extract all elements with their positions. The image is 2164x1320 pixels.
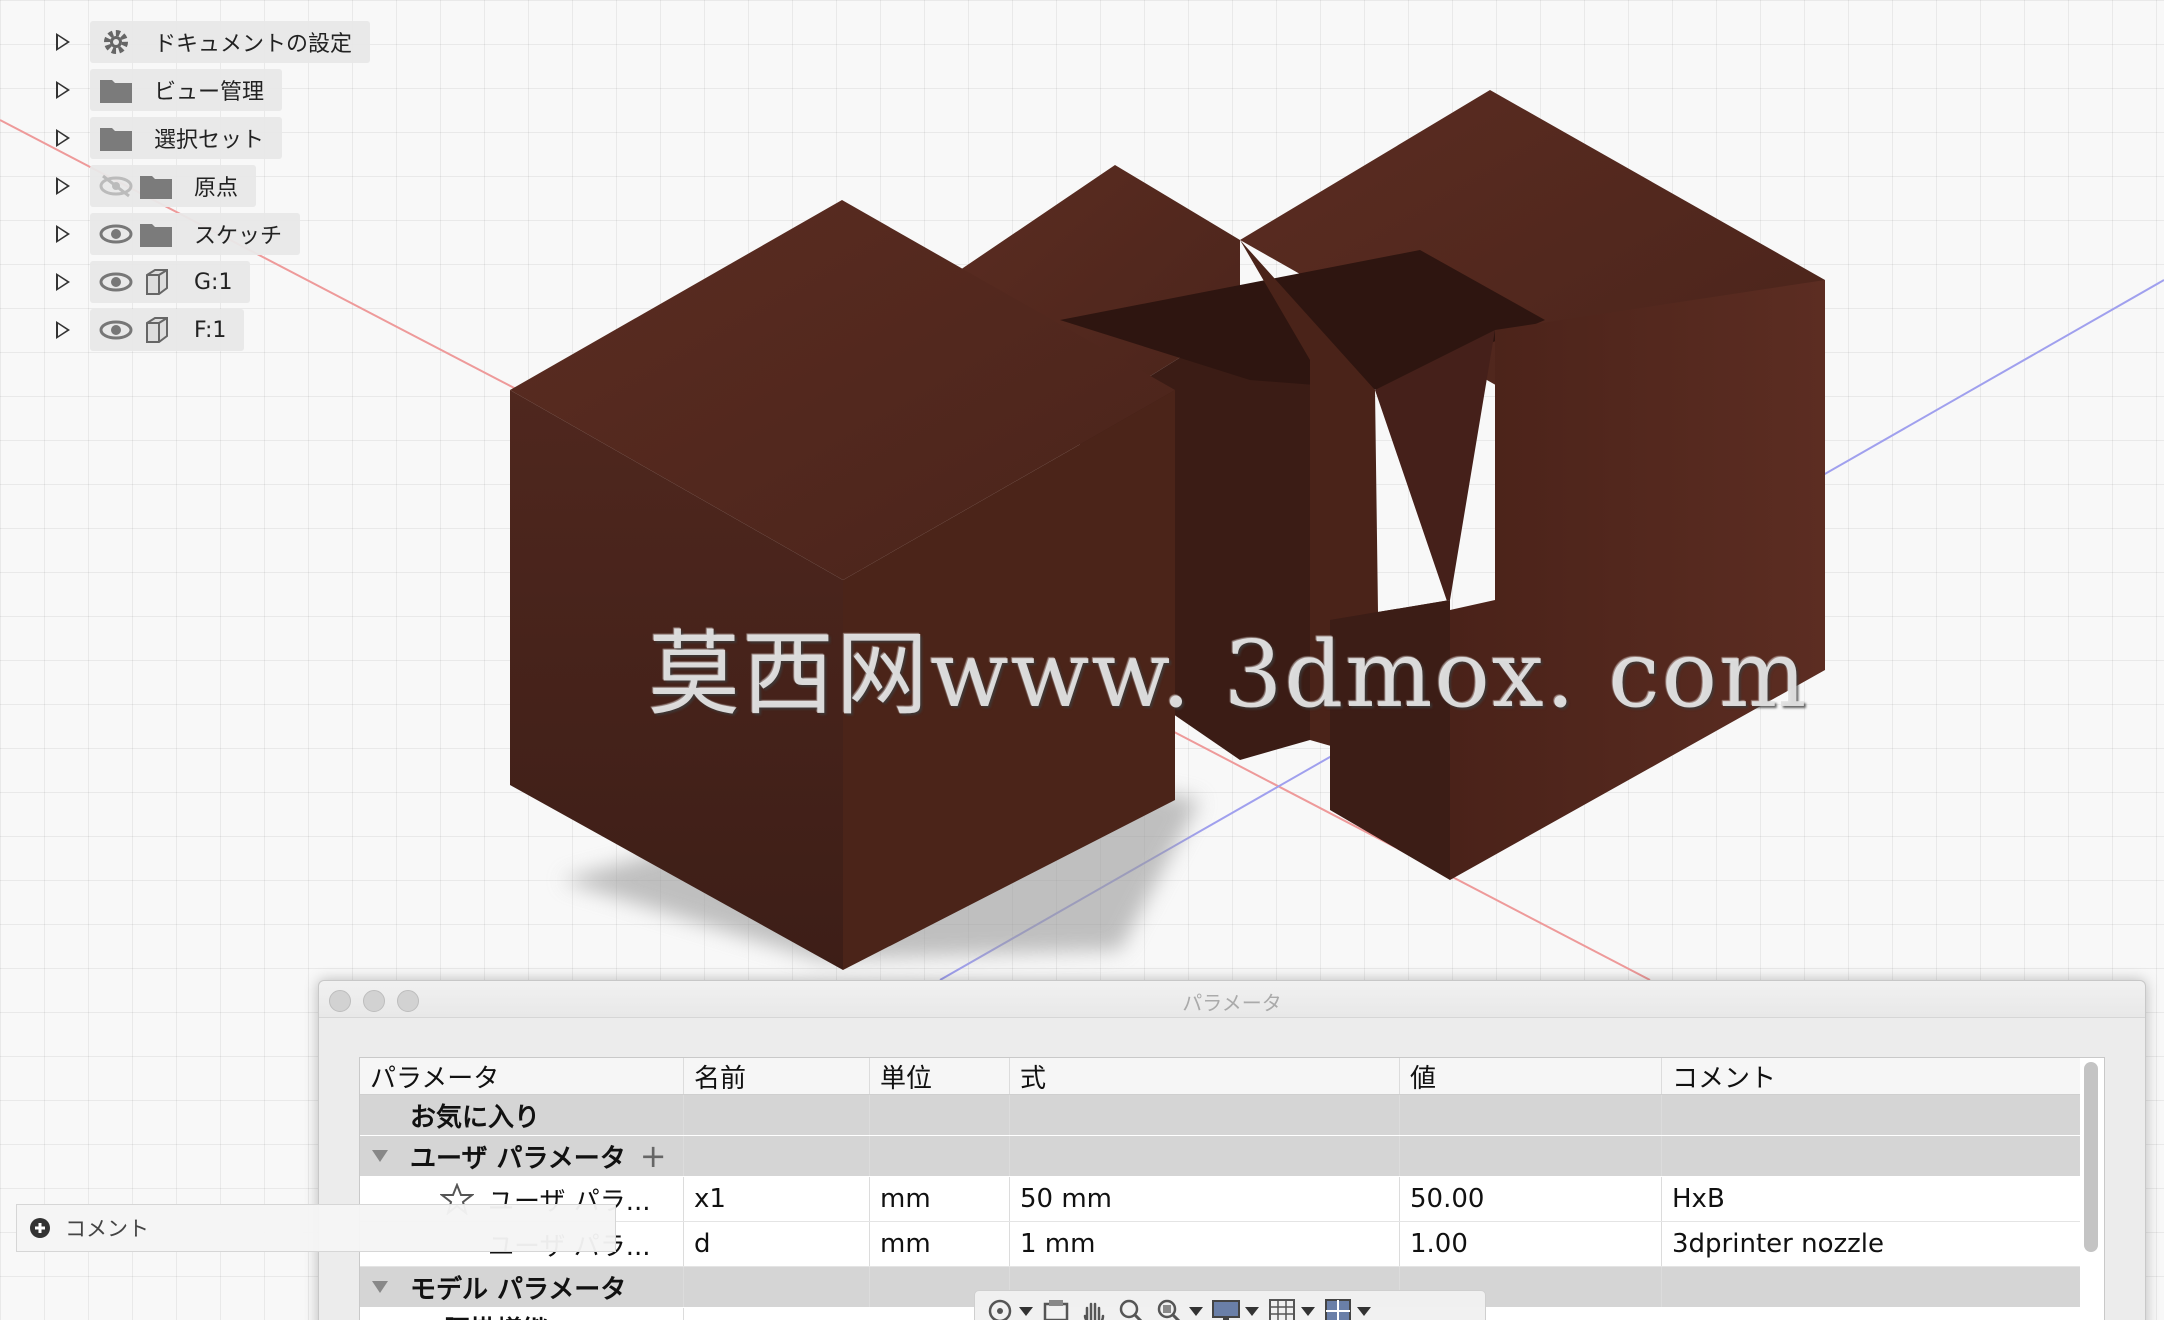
navigation-toolbar bbox=[974, 1290, 1486, 1320]
expand-arrow-icon[interactable] bbox=[56, 177, 70, 195]
look-at-icon bbox=[1043, 1300, 1069, 1320]
add-comment-icon[interactable] bbox=[29, 1217, 51, 1239]
tree-item-body-g1[interactable]: G:1 bbox=[40, 258, 370, 306]
expand-arrow-icon[interactable] bbox=[56, 321, 70, 339]
eye-icon[interactable] bbox=[96, 214, 136, 254]
dropdown-arrow-icon bbox=[1301, 1307, 1315, 1316]
dropdown-arrow-icon bbox=[1357, 1307, 1371, 1316]
parameter-name[interactable]: x1 bbox=[684, 1177, 870, 1221]
column-header-expression[interactable]: 式 bbox=[1010, 1058, 1400, 1094]
dialog-title: パラメータ bbox=[1182, 991, 1282, 1015]
right-cube-right-face bbox=[1450, 280, 1825, 880]
dropdown-arrow-icon bbox=[1189, 1307, 1203, 1316]
group-label: ユーザ パラメータ bbox=[410, 1143, 626, 1174]
3d-viewport[interactable]: ドキュメントの設定 ビュー管理 選択セット 原点 スケッチ G:1 F:1 莫西… bbox=[0, 0, 2164, 1320]
tree-item-body-f1[interactable]: F:1 bbox=[40, 306, 370, 354]
monitor-icon bbox=[1212, 1300, 1240, 1320]
column-header-parameter[interactable]: パラメータ bbox=[360, 1058, 684, 1094]
hidden-eye-icon[interactable] bbox=[96, 166, 136, 206]
expand-arrow-icon[interactable] bbox=[56, 129, 70, 147]
pan-tool-button[interactable] bbox=[1077, 1296, 1111, 1320]
parameter-unit: mm bbox=[870, 1177, 1010, 1221]
dropdown-arrow-icon bbox=[1019, 1307, 1033, 1316]
expand-arrow-icon[interactable] bbox=[56, 33, 70, 51]
table-row[interactable]: ユーザ パラ... x1 mm 50 mm 50.00 HxB bbox=[360, 1177, 2080, 1222]
group-label: 腰掛蟻継 _Dovet bbox=[444, 1310, 657, 1320]
column-header-unit[interactable]: 単位 bbox=[870, 1058, 1010, 1094]
body-icon bbox=[136, 262, 176, 302]
group-label: モデル パラメータ bbox=[410, 1274, 627, 1305]
table-header-row: パラメータ 名前 単位 式 値 コメント bbox=[360, 1058, 2080, 1095]
tree-item-label: スケッチ bbox=[194, 224, 283, 249]
orbit-tool-button[interactable] bbox=[983, 1296, 1035, 1320]
column-header-comment[interactable]: コメント bbox=[1662, 1058, 2080, 1094]
folder-icon bbox=[136, 214, 176, 254]
add-user-parameter-button[interactable]: + bbox=[640, 1137, 667, 1175]
hand-pan-icon bbox=[1083, 1302, 1105, 1320]
expand-arrow-icon[interactable] bbox=[56, 273, 70, 291]
display-settings-button[interactable] bbox=[1209, 1296, 1261, 1320]
parameter-name[interactable]: d bbox=[684, 1222, 870, 1266]
tree-item-label: 原点 bbox=[194, 176, 239, 201]
folder-icon bbox=[136, 166, 176, 206]
collapse-triangle-icon[interactable] bbox=[370, 1279, 390, 1295]
column-header-value[interactable]: 値 bbox=[1400, 1058, 1662, 1094]
tree-item-sketches[interactable]: スケッチ bbox=[40, 210, 370, 258]
tree-item-document-settings[interactable]: ドキュメントの設定 bbox=[40, 18, 371, 66]
parameter-value: 1.00 bbox=[1400, 1222, 1662, 1266]
tree-item-view-management[interactable]: ビュー管理 bbox=[40, 66, 370, 114]
tree-item-selection-sets[interactable]: 選択セット bbox=[40, 114, 370, 162]
group-label: お気に入り bbox=[360, 1095, 684, 1135]
parameter-value: 50.00 bbox=[1400, 1177, 1662, 1221]
watermark-text: 莫西网www. 3dmox. com bbox=[648, 621, 1809, 728]
fit-zoom-icon bbox=[1157, 1299, 1181, 1320]
look-at-button[interactable] bbox=[1039, 1296, 1073, 1320]
zoom-icon bbox=[1119, 1299, 1143, 1320]
dialog-titlebar[interactable]: パラメータ bbox=[319, 981, 2145, 1018]
tree-item-label: G:1 bbox=[194, 269, 233, 295]
parameter-comment[interactable]: 3dprinter nozzle bbox=[1662, 1222, 2080, 1266]
eye-icon[interactable] bbox=[96, 262, 136, 302]
zoom-tool-button[interactable] bbox=[1115, 1296, 1149, 1320]
scrollbar[interactable] bbox=[2084, 1062, 2098, 1252]
gear-icon bbox=[96, 22, 136, 62]
expand-arrow-icon[interactable] bbox=[56, 81, 70, 99]
parameters-table: パラメータ 名前 単位 式 値 コメント お気に入り ユーザ パラメータ + ユ… bbox=[359, 1057, 2105, 1320]
expand-arrow-icon[interactable] bbox=[56, 225, 70, 243]
folder-icon bbox=[96, 70, 136, 110]
parameter-comment[interactable]: HxB bbox=[1662, 1177, 2080, 1221]
grid-settings-button[interactable] bbox=[1265, 1296, 1317, 1320]
tree-item-label: ビュー管理 bbox=[154, 80, 265, 105]
tree-item-origin[interactable]: 原点 bbox=[40, 162, 370, 210]
browser-tree: ドキュメントの設定 ビュー管理 選択セット 原点 スケッチ G:1 F:1 bbox=[40, 18, 371, 354]
dropdown-arrow-icon bbox=[1245, 1307, 1259, 1316]
group-row-user-parameters[interactable]: ユーザ パラメータ + bbox=[360, 1136, 2080, 1176]
comment-bar[interactable]: コメント bbox=[16, 1204, 616, 1252]
orbit-icon bbox=[988, 1299, 1012, 1320]
parameter-expression[interactable]: 1 mm bbox=[1010, 1222, 1400, 1266]
viewports-button[interactable] bbox=[1321, 1296, 1373, 1320]
tree-item-label: 選択セット bbox=[154, 128, 265, 153]
tree-item-label: F:1 bbox=[194, 317, 227, 343]
parameters-dialog: パラメータ パラメータ 名前 単位 式 値 コメント お気に入り ユーザ パラメ… bbox=[318, 980, 2146, 1320]
viewports-icon bbox=[1325, 1299, 1351, 1320]
table-row[interactable]: ユーザ パラ... d mm 1 mm 1.00 3dprinter nozzl… bbox=[360, 1222, 2080, 1267]
grid-icon bbox=[1269, 1299, 1295, 1320]
body-icon bbox=[136, 310, 176, 350]
tree-item-label: ドキュメントの設定 bbox=[154, 32, 353, 57]
parameter-expression[interactable]: 50 mm bbox=[1010, 1177, 1400, 1221]
collapse-triangle-icon[interactable] bbox=[370, 1148, 390, 1164]
parameter-unit: mm bbox=[870, 1222, 1010, 1266]
fit-view-button[interactable] bbox=[1153, 1296, 1205, 1320]
folder-icon bbox=[96, 118, 136, 158]
group-row-favorites[interactable]: お気に入り bbox=[360, 1095, 2080, 1135]
eye-icon[interactable] bbox=[96, 310, 136, 350]
comment-label: コメント bbox=[65, 1217, 149, 1241]
column-header-name[interactable]: 名前 bbox=[684, 1058, 870, 1094]
